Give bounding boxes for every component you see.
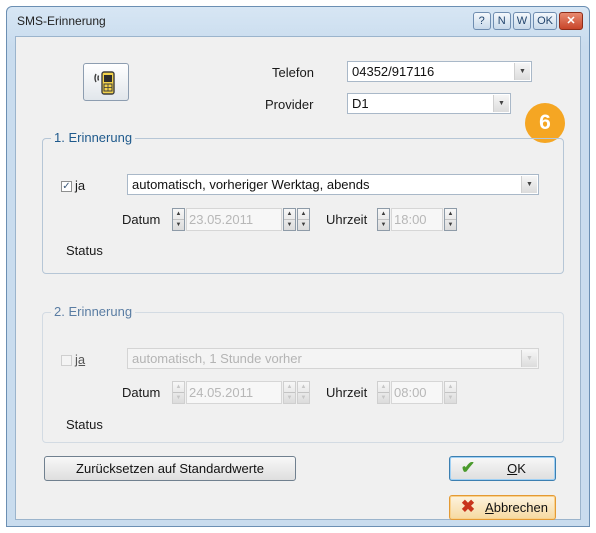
reminder-1-checkbox[interactable]: ✓ <box>61 181 72 192</box>
reminder-2-uhrzeit-spin-right[interactable]: ▲ ▼ <box>444 381 457 404</box>
cancel-button[interactable]: ✖ Abbrechen <box>449 495 556 520</box>
reminder-2-mode-combobox[interactable]: automatisch, 1 Stunde vorher ▼ <box>127 348 539 369</box>
phone-button[interactable] <box>83 63 129 101</box>
reminder-2-datum-spin-right-a[interactable]: ▲ ▼ <box>283 381 296 404</box>
help-title-button[interactable]: ? <box>472 12 491 30</box>
reminder-2-mode-value: automatisch, 1 Stunde vorher <box>132 351 302 366</box>
ok-button[interactable]: ✔ OK <box>449 456 556 481</box>
title-bar[interactable]: SMS-Erinnerung ? N W OK ✕ <box>7 7 589 35</box>
checkmark-icon: ✓ <box>62 181 71 192</box>
reset-defaults-button[interactable]: Zurücksetzen auf Standardwerte <box>44 456 296 481</box>
reminder-1-uhrzeit-label: Uhrzeit <box>326 212 368 227</box>
reminder-1-datum-spin-left[interactable]: ▲ ▼ <box>172 208 185 231</box>
reminder-2-group: 2. Erinnerung ja automatisch, 1 Stunde v… <box>42 304 564 443</box>
dialog-client-area: Telefon 04352/917116 ▼ Provider D1 ▼ 6 1… <box>15 36 581 520</box>
reminder-2-status-label: Status <box>66 417 103 432</box>
telefon-value: 04352/917116 <box>352 64 435 79</box>
close-title-button[interactable]: ✕ <box>559 12 583 30</box>
reminder-1-status-label: Status <box>66 243 103 258</box>
reminder-1-datum-spin-right-a[interactable]: ▲ ▼ <box>283 208 296 231</box>
window-title: SMS-Erinnerung <box>17 14 106 28</box>
reminder-2-uhrzeit-label: Uhrzeit <box>326 385 368 400</box>
reminder-1-uhrzeit-spin-right[interactable]: ▲ ▼ <box>444 208 457 231</box>
reminder-1-datum-field[interactable]: 23.05.2011 <box>186 208 282 231</box>
provider-label: Provider <box>265 97 314 112</box>
ok-title-button[interactable]: OK <box>533 12 557 30</box>
chevron-down-icon[interactable]: ▼ <box>521 176 537 193</box>
provider-combobox[interactable]: D1 ▼ <box>347 93 511 114</box>
reminder-1-group: 1. Erinnerung ✓ ja automatisch, vorherig… <box>42 130 564 274</box>
reminder-2-legend: 2. Erinnerung <box>51 304 136 319</box>
w-title-button[interactable]: W <box>512 12 532 30</box>
reminder-2-datum-label: Datum <box>122 385 161 400</box>
telefon-combobox[interactable]: 04352/917116 ▼ <box>347 61 532 82</box>
chevron-down-icon[interactable]: ▼ <box>514 63 530 80</box>
ok-button-label: OK <box>507 461 526 476</box>
reminder-1-uhrzeit-field[interactable]: 18:00 <box>391 208 443 231</box>
reminder-1-mode-combobox[interactable]: automatisch, vorheriger Werktag, abends … <box>127 174 539 195</box>
telefon-label: Telefon <box>272 65 314 80</box>
n-title-button[interactable]: N <box>492 12 511 30</box>
reminder-1-datum-label: Datum <box>122 212 161 227</box>
checkmark-icon: ✔ <box>460 458 476 477</box>
reminder-1-datum-spin-right-b[interactable]: ▲ ▼ <box>297 208 310 231</box>
chevron-down-icon[interactable]: ▼ <box>493 95 509 112</box>
reminder-2-uhrzeit-spin-left[interactable]: ▲ ▼ <box>377 381 390 404</box>
x-icon: ✖ <box>460 497 476 516</box>
reminder-2-datum-spin-left[interactable]: ▲ ▼ <box>172 381 185 404</box>
reminder-2-ja-label: ja <box>75 352 86 367</box>
dialog-window: SMS-Erinnerung ? N W OK ✕ Telefon 04352/… <box>6 6 590 527</box>
provider-value: D1 <box>352 96 369 111</box>
reminder-2-datum-field[interactable]: 24.05.2011 <box>186 381 282 404</box>
chevron-down-icon[interactable]: ▼ <box>521 350 537 367</box>
reminder-1-mode-value: automatisch, vorheriger Werktag, abends <box>132 177 370 192</box>
reminder-2-uhrzeit-field[interactable]: 08:00 <box>391 381 443 404</box>
reminder-2-datum-spin-right-b[interactable]: ▲ ▼ <box>297 381 310 404</box>
reminder-1-uhrzeit-spin-left[interactable]: ▲ ▼ <box>377 208 390 231</box>
reminder-1-legend: 1. Erinnerung <box>51 130 136 145</box>
title-bar-buttons: ? N W OK ✕ <box>472 12 583 30</box>
cancel-button-label: Abbrechen <box>485 500 548 515</box>
mobile-phone-icon <box>94 71 115 95</box>
reminder-2-checkbox[interactable] <box>61 355 72 366</box>
reminder-1-ja-label: ja <box>75 178 86 193</box>
step-badge: 6 <box>525 103 565 143</box>
